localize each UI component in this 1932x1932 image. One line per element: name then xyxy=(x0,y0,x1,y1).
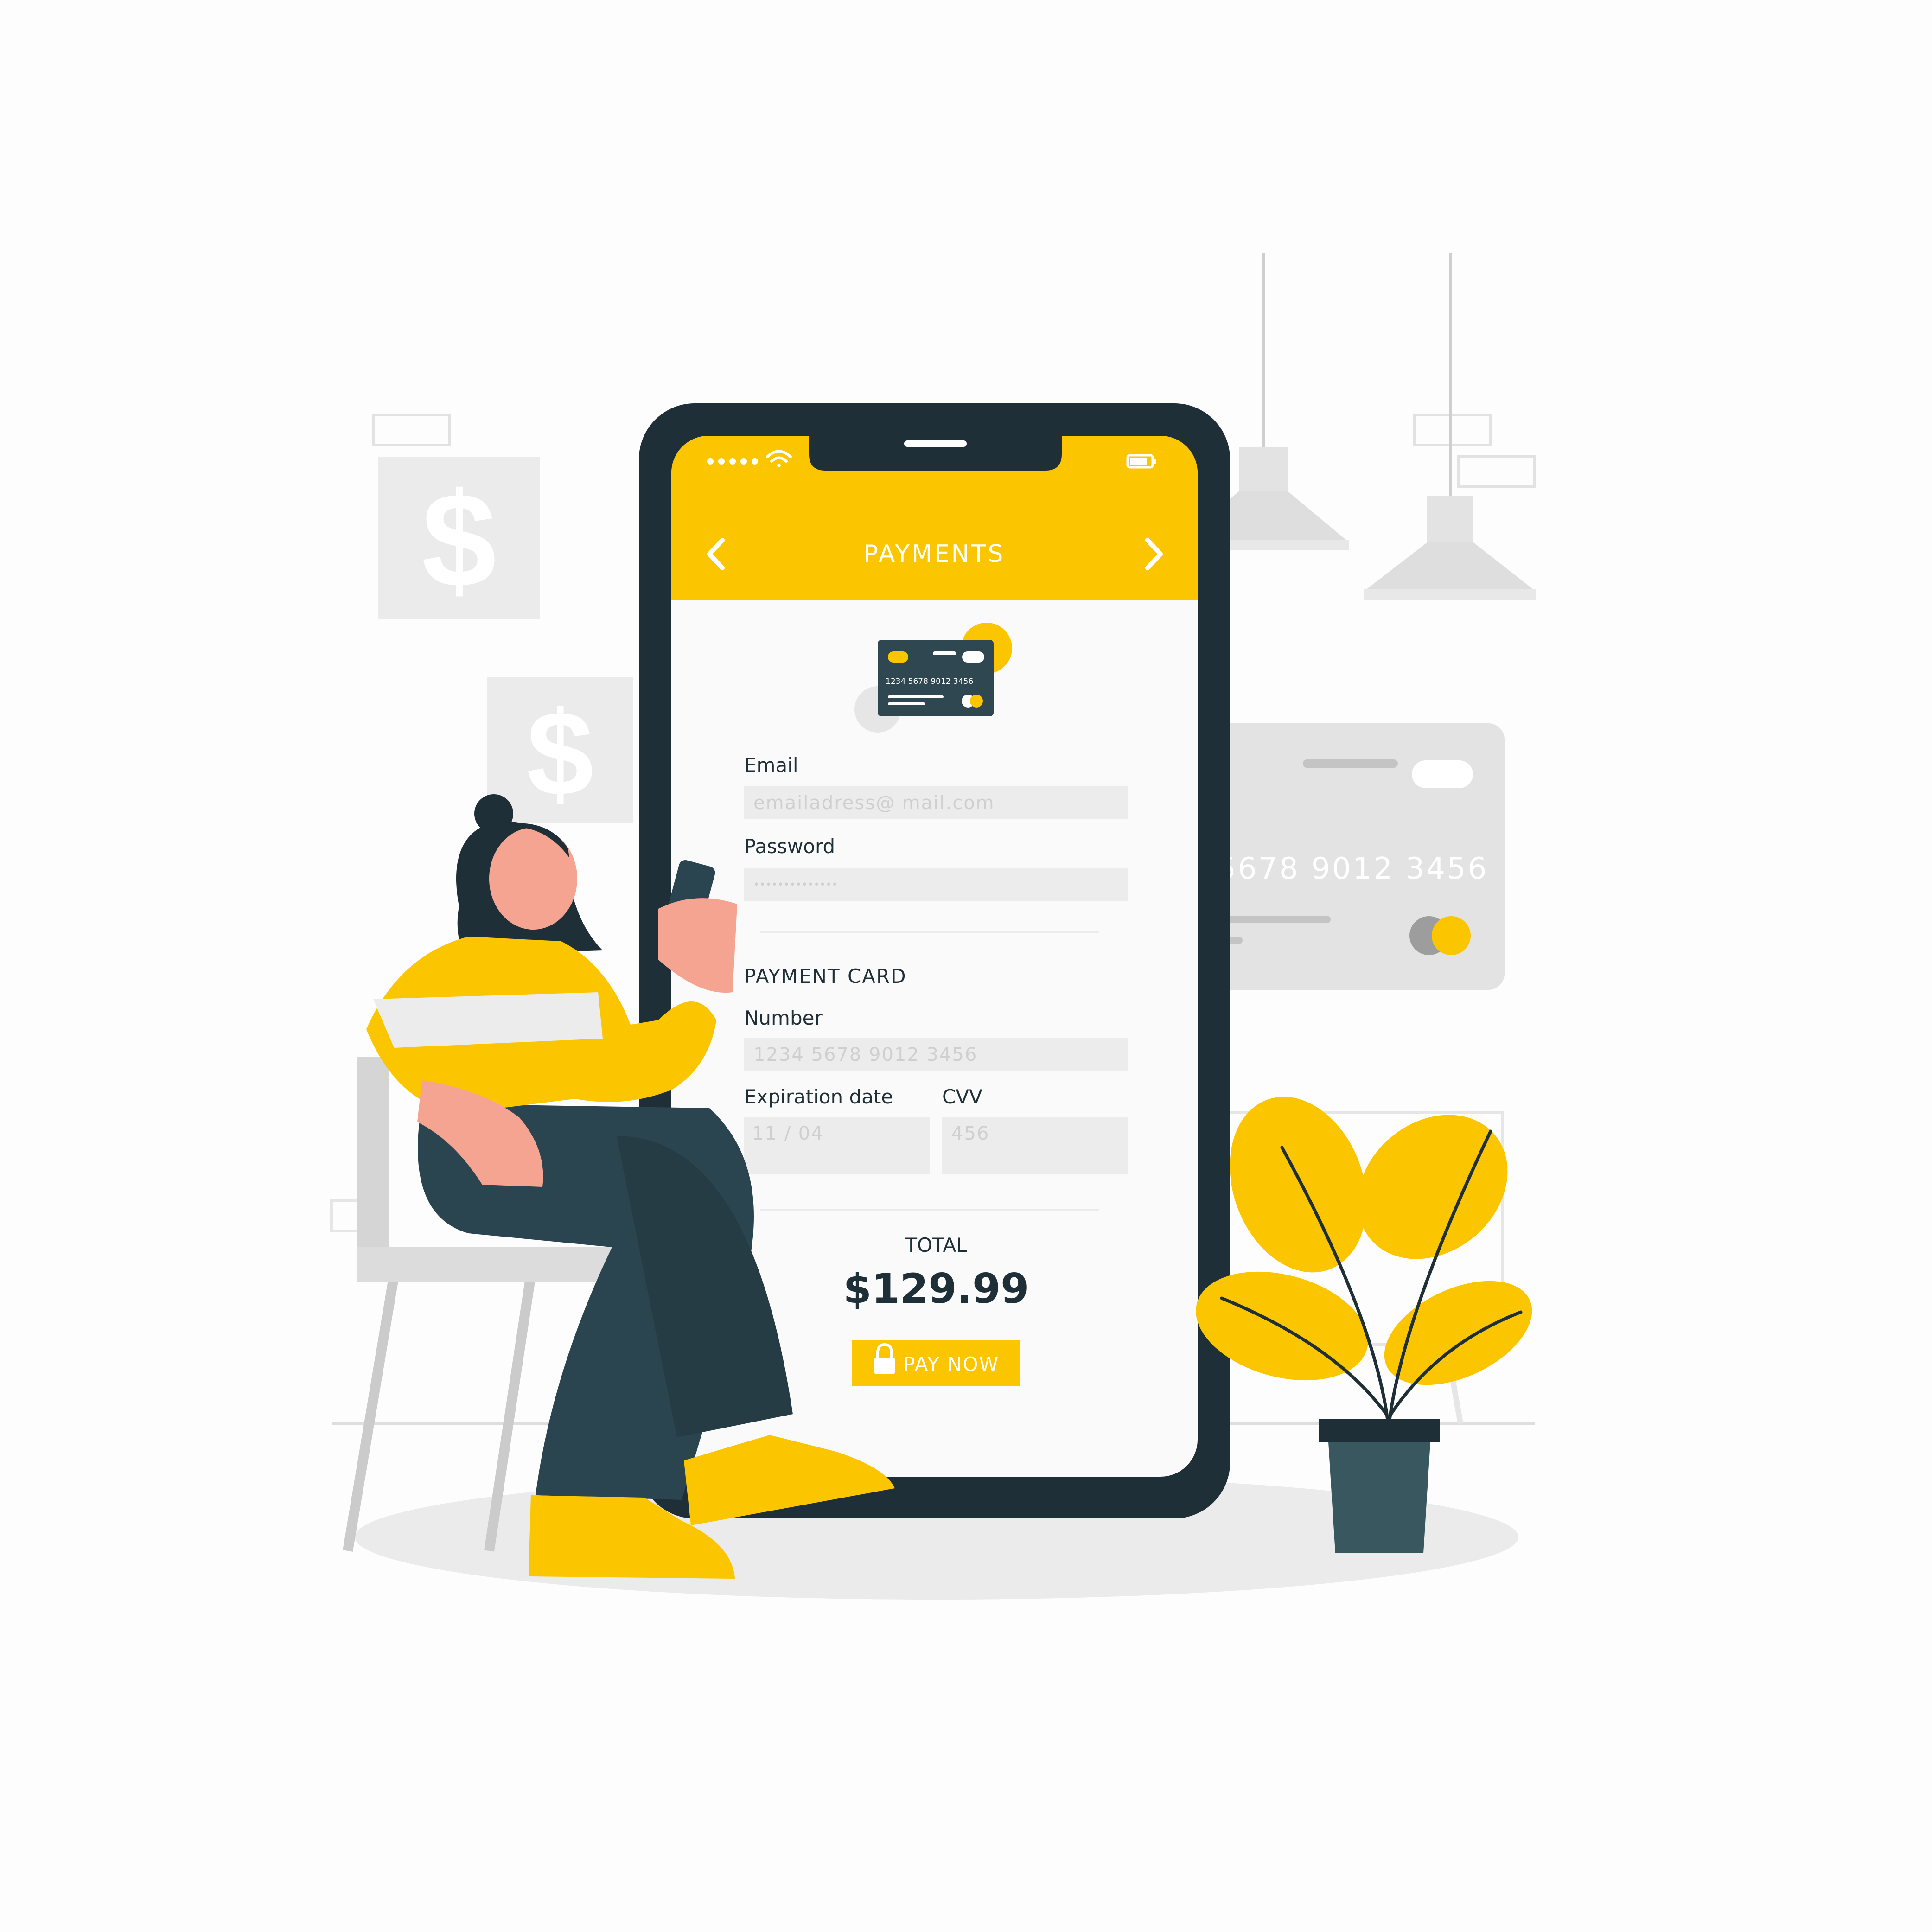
total-amount: $129.99 xyxy=(843,1265,1029,1313)
phone-speaker xyxy=(904,440,967,447)
password-label: Password xyxy=(744,835,835,858)
payment-card-section-title: PAYMENT CARD xyxy=(744,965,907,988)
pay-now-button[interactable]: PAY NOW xyxy=(852,1340,1020,1386)
mini-card-number: 1234 5678 9012 3456 xyxy=(886,677,973,686)
card-number-label: Number xyxy=(744,1007,823,1029)
pay-now-label: PAY NOW xyxy=(903,1353,999,1376)
expiration-date-label: Expiration date xyxy=(744,1085,893,1108)
cvv-placeholder: 456 xyxy=(951,1123,989,1144)
email-label: Email xyxy=(744,754,798,777)
potted-plant xyxy=(1196,1097,1532,1553)
expiration-date-placeholder: 11 / 04 xyxy=(752,1123,824,1144)
page-title: PAYMENTS xyxy=(864,540,1005,568)
total-label: TOTAL xyxy=(905,1234,967,1256)
phone-notch xyxy=(809,434,1062,471)
dollar-tile-2: $ xyxy=(487,677,633,823)
email-placeholder: emailadress@ mail.com xyxy=(753,792,995,814)
wall-label-right-2 xyxy=(1457,455,1536,488)
card-number-placeholder: 1234 5678 9012 3456 xyxy=(753,1044,977,1065)
password-placeholder: •••••••••••••• xyxy=(753,879,838,891)
wall-label-left xyxy=(372,414,451,446)
pendant-lamp-2 xyxy=(1364,253,1536,600)
dollar-tile-1: $ xyxy=(378,457,540,619)
wall-label-right-1 xyxy=(1413,414,1492,446)
cvv-label: CVV xyxy=(942,1085,982,1108)
payment-illustration: $ $ 5678 9012 3456 PAYMENTS 1234 5678 90… xyxy=(330,253,1536,1600)
dollar-sign-icon: $ xyxy=(421,465,496,615)
background-card-number: 5678 9012 3456 xyxy=(1217,852,1488,886)
dollar-sign-icon: $ xyxy=(527,687,594,821)
